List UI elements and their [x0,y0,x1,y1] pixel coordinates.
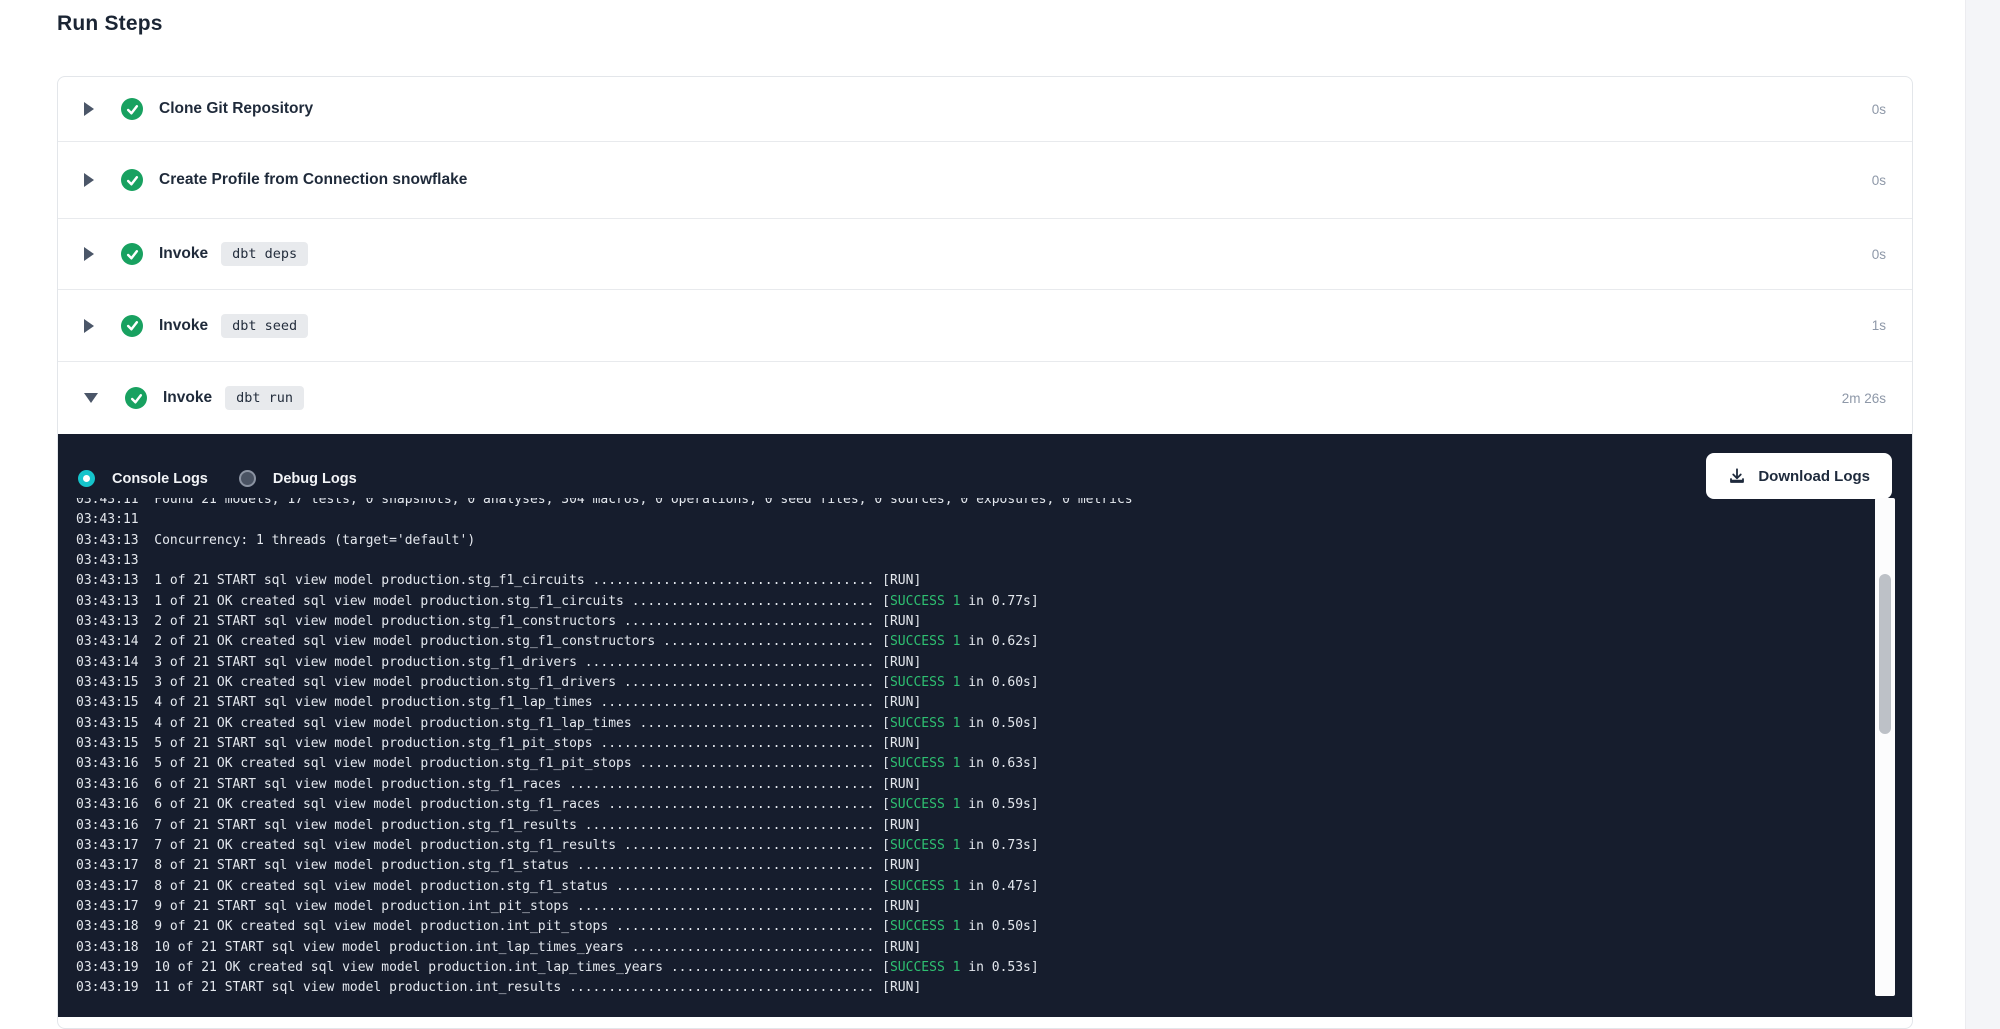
download-logs-button[interactable]: Download Logs [1706,453,1892,499]
success-check-icon [121,315,143,337]
debug-logs-label: Debug Logs [273,471,357,487]
log-line: 03:43:14 2 of 21 OK created sql view mod… [76,632,1870,652]
log-line: 03:43:16 5 of 21 OK created sql view mod… [76,754,1870,774]
console-logs-label: Console Logs [112,471,208,487]
run-step-row-clone-git-repository[interactable]: Clone Git Repository 0s [58,77,1912,141]
step-command-badge: dbt run [225,386,304,410]
log-line: 03:43:19 11 of 21 START sql view model p… [76,978,1870,998]
log-line: 03:43:18 10 of 21 START sql view model p… [76,938,1870,958]
log-line: 03:43:11 Found 21 models, 17 tests, 0 sn… [76,498,1870,510]
run-step-row-dbt-seed[interactable]: Invoke dbt seed 1s [58,289,1912,361]
log-line: 03:43:17 7 of 21 OK created sql view mod… [76,836,1870,856]
debug-logs-radio[interactable]: Debug Logs [239,470,357,487]
step-label: Create Profile from Connection snowflake [159,171,467,189]
log-scrollbar-track[interactable] [1875,498,1895,996]
success-check-icon [121,169,143,191]
chevron-right-icon [84,247,94,261]
chevron-down-icon [84,393,98,403]
steps-list: Clone Git Repository0sCreate Profile fro… [58,77,1912,434]
log-line: 03:43:19 10 of 21 OK created sql view mo… [76,958,1870,978]
log-line: 03:43:13 2 of 21 START sql view model pr… [76,612,1870,632]
run-step-row-dbt-deps[interactable]: Invoke dbt deps 0s [58,218,1912,289]
page-title: Run Steps [57,12,163,36]
radio-selected-icon[interactable] [78,470,95,487]
log-line: 03:43:17 9 of 21 START sql view model pr… [76,897,1870,917]
log-line: 03:43:14 3 of 21 START sql view model pr… [76,653,1870,673]
log-line: 03:43:13 1 of 21 START sql view model pr… [76,571,1870,591]
step-command-badge: dbt deps [221,242,308,266]
log-line: 03:43:16 6 of 21 OK created sql view mod… [76,795,1870,815]
success-check-icon [121,243,143,265]
log-type-toolbar: Console Logs Debug Logs [78,470,357,487]
step-command-badge: dbt seed [221,314,308,338]
log-line: 03:43:11 [76,510,1870,530]
log-line: 03:43:15 4 of 21 START sql view model pr… [76,693,1870,713]
log-line: 03:43:15 5 of 21 START sql view model pr… [76,734,1870,754]
step-duration: 1s [1872,318,1886,333]
log-line: 03:43:13 1 of 21 OK created sql view mod… [76,592,1870,612]
chevron-right-icon [84,319,94,333]
chevron-right-icon [84,102,94,116]
run-steps-page: Run Steps Clone Git Repository0sCreate P… [0,0,2000,1029]
step-duration: 0s [1872,102,1886,117]
radio-unselected-icon[interactable] [239,470,256,487]
success-check-icon [121,98,143,120]
step-label: Invoke [159,317,208,335]
run-steps-card: Clone Git Repository0sCreate Profile fro… [57,76,1913,1029]
log-line: 03:43:15 4 of 21 OK created sql view mod… [76,714,1870,734]
log-lines: 03:43:11 Found 21 models, 17 tests, 0 sn… [76,498,1870,999]
log-line: 03:43:17 8 of 21 OK created sql view mod… [76,877,1870,897]
log-line: 03:43:15 3 of 21 OK created sql view mod… [76,673,1870,693]
console-logs-radio[interactable]: Console Logs [78,470,208,487]
log-line: 03:43:16 6 of 21 START sql view model pr… [76,775,1870,795]
step-label: Clone Git Repository [159,100,313,118]
download-logs-label: Download Logs [1758,468,1870,485]
success-check-icon [125,387,147,409]
log-line: 03:43:17 8 of 21 START sql view model pr… [76,856,1870,876]
step-duration: 0s [1872,173,1886,188]
chevron-right-icon [84,173,94,187]
step-label: Invoke [159,245,208,263]
log-line: 03:43:13 Concurrency: 1 threads (target=… [76,531,1870,551]
page-background-strip [1965,0,2000,1029]
run-step-row-dbt-run[interactable]: Invoke dbt run 2m 26s [58,361,1912,434]
step-duration: 2m 26s [1842,391,1886,406]
download-icon [1728,467,1746,485]
log-line: 03:43:13 [76,551,1870,571]
step-duration: 0s [1872,247,1886,262]
log-line: 03:43:16 7 of 21 START sql view model pr… [76,816,1870,836]
console-log-output: 03:43:11 Found 21 models, 17 tests, 0 sn… [76,498,1870,1017]
step-label: Invoke [163,389,212,407]
log-scrollbar-thumb[interactable] [1879,574,1891,734]
run-step-row-create-profile-from-connection-snowflake[interactable]: Create Profile from Connection snowflake… [58,141,1912,218]
log-line: 03:43:18 9 of 21 OK created sql view mod… [76,917,1870,937]
log-panel: Console Logs Debug Logs Download Logs 03… [58,434,1912,1017]
